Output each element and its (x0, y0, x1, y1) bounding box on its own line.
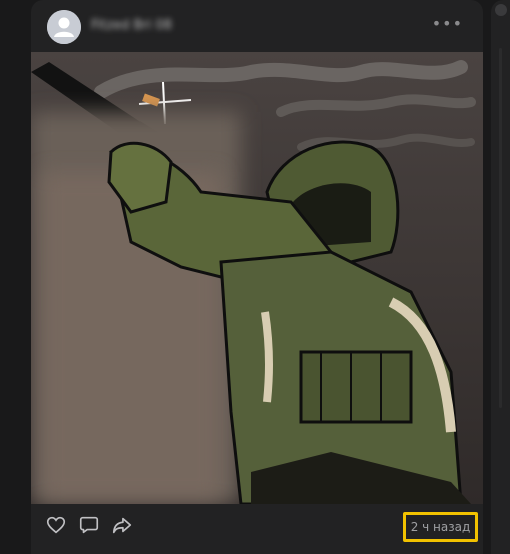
post-image[interactable] (31, 52, 483, 504)
post-timestamp[interactable]: 2 ч назад (403, 512, 478, 542)
soldier-illustration (31, 52, 483, 504)
post-actions: 2 ч назад (31, 504, 483, 550)
heart-icon[interactable] (45, 514, 67, 536)
user-placeholder-icon (47, 10, 81, 44)
share-icon[interactable] (111, 514, 133, 536)
post-header: Fitzed Bri 08 ••• (31, 0, 483, 52)
scrollbar[interactable] (499, 48, 502, 408)
author-name[interactable]: Fitzed Bri 08 (91, 18, 172, 33)
author-avatar[interactable] (47, 10, 81, 44)
post-card: Fitzed Bri 08 ••• 2 ч назад (31, 0, 483, 554)
adjacent-avatar (495, 4, 507, 16)
adjacent-card-edge (491, 0, 510, 554)
more-options-button[interactable]: ••• (432, 14, 463, 33)
comment-icon[interactable] (78, 514, 100, 536)
